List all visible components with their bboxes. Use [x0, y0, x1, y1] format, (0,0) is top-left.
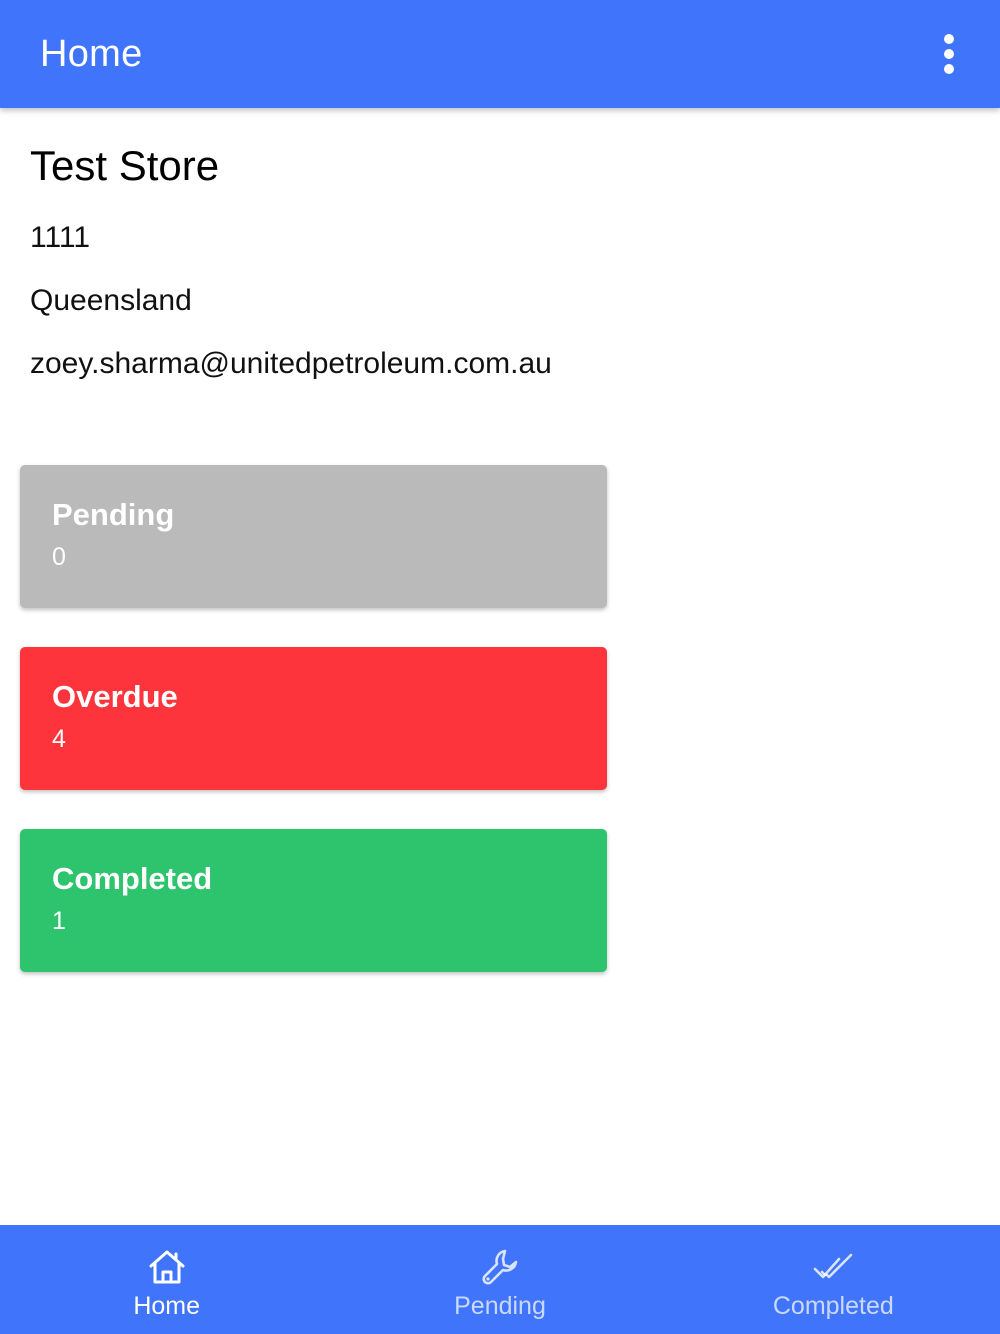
more-options-button[interactable] — [924, 24, 974, 84]
overdue-card-count: 4 — [52, 725, 66, 753]
page-title: Home — [40, 33, 143, 75]
store-code: 1111 — [30, 221, 91, 254]
nav-item-completed[interactable]: Completed — [667, 1225, 1000, 1334]
overdue-card-title: Overdue — [52, 679, 178, 714]
store-state: Queensland — [30, 284, 192, 317]
double-check-icon — [814, 1253, 853, 1279]
store-email: zoey.sharma@unitedpetroleum.com.au — [30, 347, 552, 380]
nav-label-completed: Completed — [772, 1292, 894, 1320]
nav-item-home[interactable]: Home — [0, 1225, 333, 1334]
wrench-icon — [482, 1249, 518, 1285]
store-info: Test Store 1111 Queensland zoey.sharma@u… — [30, 138, 970, 380]
store-name: Test Store — [30, 142, 220, 189]
home-icon — [149, 1250, 185, 1284]
pending-card[interactable]: Pending 0 — [20, 465, 607, 608]
overdue-card[interactable]: Overdue 4 — [20, 647, 607, 790]
completed-card-count: 1 — [52, 907, 66, 935]
app-bar: Home — [0, 0, 1000, 108]
nav-item-pending[interactable]: Pending — [333, 1225, 666, 1334]
completed-card-title: Completed — [52, 861, 213, 896]
bottom-nav: Home Pending Completed — [0, 1225, 1000, 1334]
more-vertical-icon — [944, 34, 954, 74]
nav-label-home: Home — [133, 1292, 200, 1320]
pending-card-title: Pending — [52, 497, 175, 532]
pending-card-count: 0 — [52, 543, 66, 571]
completed-card[interactable]: Completed 1 — [20, 829, 607, 972]
nav-label-pending: Pending — [454, 1292, 546, 1320]
